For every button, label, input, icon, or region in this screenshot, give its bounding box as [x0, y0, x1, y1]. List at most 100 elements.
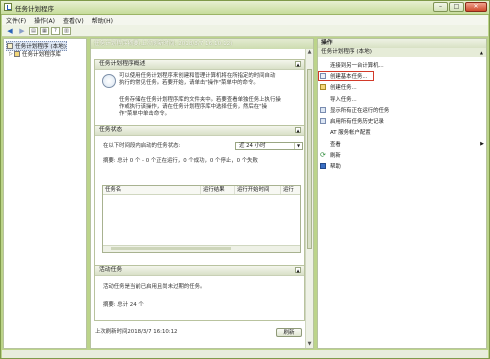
menu-action[interactable]: 操作(A) — [30, 16, 59, 25]
overview-title: 任务计划程序概述 — [99, 61, 146, 67]
tree-item-label: 任务计划程序库 — [21, 52, 62, 58]
minimize-button[interactable]: – — [433, 2, 448, 12]
scroll-thumb[interactable] — [307, 69, 312, 249]
collapse-icon[interactable]: ▲ — [295, 61, 301, 67]
overview-text-line: 任务存储在任务计划程序库的文件夹中。若要查看单独任务上执行操 — [119, 97, 281, 103]
tree-item-task-scheduler-library[interactable]: ▷ 任务计划程序库 — [9, 50, 61, 58]
status-period-select[interactable]: 近 24 小时 ▼ — [235, 142, 303, 150]
active-tasks-summary: 摘要: 总计 24 个 — [103, 302, 144, 308]
action-create-task[interactable]: 创建任务... — [320, 82, 357, 91]
menu-bar: 文件(F) 操作(A) 查看(V) 帮助(H) — [2, 15, 488, 25]
overview-section-header[interactable]: 任务计划程序概述 ▲ — [95, 60, 304, 70]
clock-folder-icon — [7, 43, 13, 49]
task-status-table: 任务名 运行结果 运行开始时间 运行 — [102, 185, 301, 253]
history-icon — [320, 117, 326, 124]
action-label: 查看 — [330, 141, 341, 148]
menu-file[interactable]: 文件(F) — [2, 16, 30, 25]
task-scheduler-app-icon — [4, 3, 12, 11]
action-at-service-config[interactable]: AT 服务帐户配置 — [320, 127, 371, 136]
status-filter-label: 在以下时间段内启动的任务状态: — [103, 143, 181, 149]
active-tasks-section: 活动任务 ▲ 活动任务是当前已启用且尚未过期的任务。 摘要: 总计 24 个 — [94, 265, 305, 321]
clock-icon — [102, 74, 116, 88]
expand-arrow-icon[interactable]: ▷ — [9, 51, 13, 57]
refresh-button[interactable]: 刷新 — [276, 328, 302, 337]
action-label: AT 服务帐户配置 — [330, 129, 371, 136]
actions-pane: 操作 任务计划程序 (本地) 连接到另一台计算机... 创建基本任务... 创建… — [317, 38, 487, 349]
status-summary: 摘要: 总计 0 个 - 0 个正在运行，0 个成功，0 个停止，0 个失败 — [103, 158, 258, 164]
action-label: 创建基本任务... — [330, 73, 368, 80]
overview-text-line: 作或执行该操作，请在任务计划程序库中选择任务，然后在"操 — [119, 104, 268, 110]
overview-text-line: 执行的常见任务。若要开始，请单击"操作"菜单中的命令。 — [119, 80, 259, 86]
status-period-value: 近 24 小时 — [239, 143, 266, 149]
action-label: 导入任务... — [330, 96, 357, 103]
window-controls: – □ ✕ — [432, 2, 487, 12]
close-button[interactable]: ✕ — [465, 2, 487, 12]
action-import-task[interactable]: 导入任务... — [320, 94, 357, 103]
folder-icon — [13, 51, 20, 57]
submenu-arrow-icon: ▶ — [480, 140, 484, 147]
toolbar: ◀ ▶ ▤ ▦ ? ▥ — [2, 25, 488, 37]
summary-header-text: 任务计划程序摘要(上次刷新时间: 2018/3/7 16:10:12) — [94, 41, 233, 47]
overview-paragraph-2: 任务存储在任务计划程序库的文件夹中。若要查看单独任务上执行操 作或执行该操作，请… — [119, 97, 281, 118]
collapse-icon[interactable]: ▲ — [295, 267, 301, 273]
last-refresh-text: 上次刷新时间2018/3/7 16:10:12 — [95, 329, 178, 335]
active-tasks-section-header[interactable]: 活动任务 ▲ — [95, 266, 304, 276]
action-create-basic-task[interactable]: 创建基本任务... — [320, 71, 368, 80]
task-status-section-header[interactable]: 任务状态 ▲ — [95, 126, 304, 136]
action-refresh[interactable]: ⟳ 刷新 — [320, 150, 341, 159]
action-display-running-tasks[interactable]: 显示所有正在运行的任务 — [320, 105, 389, 114]
collapse-icon[interactable]: ▲ — [295, 127, 301, 133]
action-label: 帮助 — [330, 163, 341, 170]
action-label: 刷新 — [330, 152, 341, 159]
summary-pane: 任务计划程序摘要(上次刷新时间: 2018/3/7 16:10:12) 任务计划… — [90, 38, 314, 349]
title-bar[interactable]: 任务计划程序 – □ ✕ — [1, 1, 489, 15]
action-view[interactable]: 查看 ▶ — [320, 139, 484, 148]
column-run-end[interactable]: 运行 — [280, 186, 303, 194]
actions-header: 操作 — [318, 39, 486, 48]
console-tree: 任务计划程序 (本地) ▷ 任务计划程序库 — [3, 38, 87, 349]
help-icon[interactable]: ? — [51, 26, 60, 35]
show-hide-console-tree-icon[interactable]: ▤ — [29, 26, 38, 35]
column-task-name[interactable]: 任务名 — [103, 186, 200, 194]
status-bar — [2, 350, 488, 358]
chevron-down-icon: ▼ — [294, 143, 302, 149]
overview-text-line: 可以使用任务计划程序来创建和管理计算机将在所指定的时间自动 — [119, 73, 276, 79]
action-label: 连接到另一台计算机... — [330, 62, 384, 69]
summary-pane-header: 任务计划程序摘要(上次刷新时间: 2018/3/7 16:10:12) — [91, 39, 313, 49]
action-help[interactable]: 帮助 — [320, 161, 341, 170]
action-enable-history[interactable]: 启用所有任务历史记录 — [320, 116, 384, 125]
action-label: 创建任务... — [330, 84, 357, 91]
action-connect-another-computer[interactable]: 连接到另一台计算机... — [320, 60, 384, 69]
back-arrow-icon[interactable]: ◀ — [5, 26, 15, 35]
maximize-button[interactable]: □ — [449, 2, 464, 12]
menu-help[interactable]: 帮助(H) — [88, 16, 117, 25]
scroll-up-icon[interactable]: ▲ — [306, 49, 313, 56]
task-status-title: 任务状态 — [99, 127, 123, 133]
window-title: 任务计划程序 — [15, 5, 54, 13]
running-tasks-icon — [320, 106, 326, 113]
actions-group-header[interactable]: 任务计划程序 (本地) — [318, 48, 486, 57]
active-tasks-title: 活动任务 — [99, 267, 123, 273]
properties-icon[interactable]: ▦ — [40, 26, 49, 35]
table-header: 任务名 运行结果 运行开始时间 运行 — [103, 186, 300, 195]
action-label: 启用所有任务历史记录 — [330, 118, 384, 125]
table-horizontal-scrollbar[interactable] — [103, 245, 300, 252]
create-task-icon — [320, 83, 326, 90]
menu-view[interactable]: 查看(V) — [59, 16, 88, 25]
overview-section: 任务计划程序概述 ▲ 可以使用任务计划程序来创建和管理计算机将在所指定的时间自动… — [94, 59, 305, 127]
column-run-result[interactable]: 运行结果 — [200, 186, 236, 194]
app-window: 任务计划程序 – □ ✕ 文件(F) 操作(A) 查看(V) 帮助(H) ◀ ▶… — [0, 0, 490, 359]
overview-paragraph-1: 可以使用任务计划程序来创建和管理计算机将在所指定的时间自动 执行的常见任务。若要… — [119, 73, 275, 87]
show-action-pane-icon[interactable]: ▥ — [62, 26, 71, 35]
overview-text-line: 作"菜单中单击命令。 — [119, 111, 170, 117]
active-tasks-description: 活动任务是当前已启用且尚未过期的任务。 — [103, 284, 206, 290]
action-label: 显示所有正在运行的任务 — [330, 107, 390, 114]
column-run-start-time[interactable]: 运行开始时间 — [234, 186, 282, 194]
refresh-icon: ⟳ — [320, 150, 326, 159]
summary-vertical-scrollbar[interactable]: ▲ ▼ — [305, 49, 313, 348]
help-book-icon — [320, 162, 326, 169]
scroll-down-icon[interactable]: ▼ — [306, 341, 313, 348]
create-basic-task-icon — [320, 72, 326, 79]
tree-item-label: 任务计划程序 (本地) — [15, 44, 66, 50]
forward-arrow-icon[interactable]: ▶ — [17, 26, 27, 35]
